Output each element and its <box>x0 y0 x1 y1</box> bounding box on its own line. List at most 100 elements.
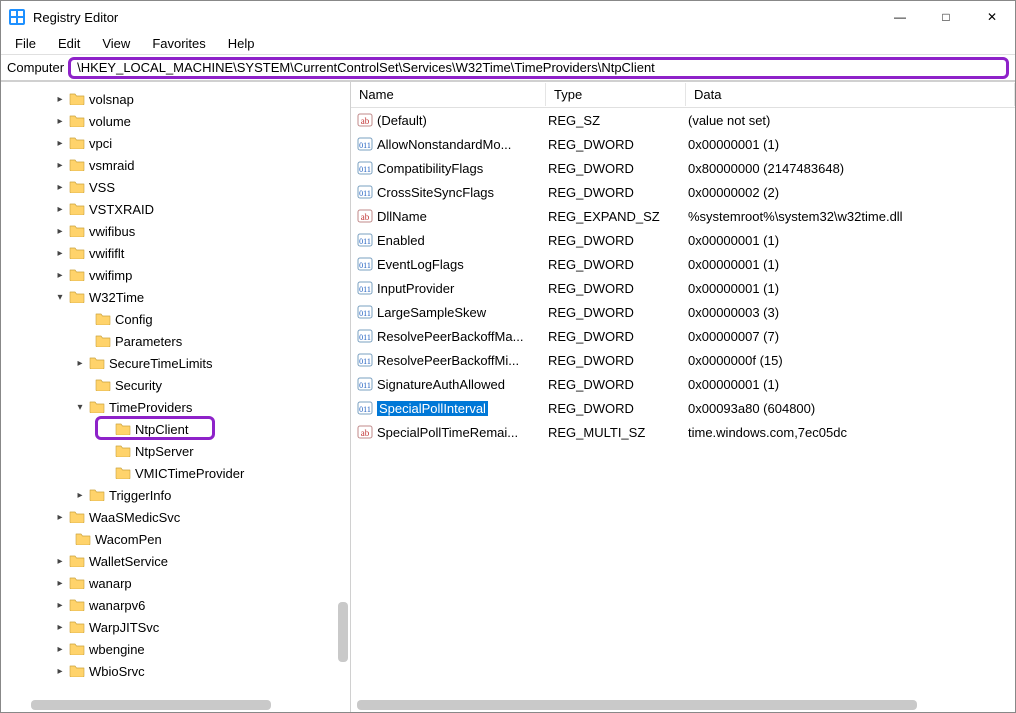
value-data: 0x00093a80 (604800) <box>688 401 1015 416</box>
tree-node[interactable]: ▸WaaSMedicSvc <box>1 506 350 528</box>
tree-node[interactable]: ▸ vwififlt <box>1 242 350 264</box>
tree-node-label: WalletService <box>89 554 168 569</box>
tree-node[interactable]: Config <box>1 308 350 330</box>
value-name: SpecialPollTimeRemai... <box>377 425 548 440</box>
tree-node[interactable]: ▸wbengine <box>1 638 350 660</box>
value-name: DllName <box>377 209 548 224</box>
value-row[interactable]: 011EnabledREG_DWORD0x00000001 (1) <box>351 228 1015 252</box>
value-data: 0x00000002 (2) <box>688 185 1015 200</box>
tree-node[interactable]: VMICTimeProvider <box>1 462 350 484</box>
chevron-right-icon[interactable]: ▸ <box>53 138 67 149</box>
menu-favorites[interactable]: Favorites <box>142 34 215 53</box>
tree-node[interactable]: ▸ VSTXRAID <box>1 198 350 220</box>
menu-edit[interactable]: Edit <box>48 34 90 53</box>
chevron-right-icon[interactable]: ▸ <box>53 512 67 523</box>
registry-editor-window: Registry Editor — □ ✕ File Edit View Fav… <box>0 0 1016 713</box>
tree-node-label: WarpJITSvc <box>89 620 159 635</box>
tree-node[interactable]: ▾TimeProviders <box>1 396 350 418</box>
tree-node[interactable]: ▸vsmraid <box>1 154 350 176</box>
binary-value-icon: 011 <box>357 280 373 296</box>
value-row[interactable]: abDllNameREG_EXPAND_SZ%systemroot%\syste… <box>351 204 1015 228</box>
svg-text:011: 011 <box>359 309 371 318</box>
tree-node[interactable]: ▸wanarpv6 <box>1 594 350 616</box>
menu-help[interactable]: Help <box>218 34 265 53</box>
value-row[interactable]: 011SpecialPollIntervalREG_DWORD0x00093a8… <box>351 396 1015 420</box>
value-row[interactable]: 011ResolvePeerBackoffMi...REG_DWORD0x000… <box>351 348 1015 372</box>
folder-icon <box>67 113 89 130</box>
chevron-right-icon[interactable]: ▸ <box>53 94 67 105</box>
chevron-right-icon[interactable]: ▸ <box>53 556 67 567</box>
chevron-right-icon[interactable]: ▸ <box>53 160 67 171</box>
value-row[interactable]: 011InputProviderREG_DWORD0x00000001 (1) <box>351 276 1015 300</box>
chevron-right-icon[interactable]: ▸ <box>53 248 67 259</box>
value-name: SpecialPollInterval <box>377 401 548 416</box>
tree-node[interactable]: ▸SecureTimeLimits <box>1 352 350 374</box>
list-horizontal-scrollbar[interactable] <box>357 700 917 710</box>
chevron-right-icon[interactable]: ▸ <box>53 578 67 589</box>
tree-node[interactable]: Parameters <box>1 330 350 352</box>
value-row[interactable]: 011ResolvePeerBackoffMa...REG_DWORD0x000… <box>351 324 1015 348</box>
tree-node-label: VSTXRAID <box>89 202 154 217</box>
tree-node[interactable]: ▸WbioSrvc <box>1 660 350 682</box>
tree-node[interactable]: Security <box>1 374 350 396</box>
tree-node[interactable]: ▸vwifimp <box>1 264 350 286</box>
value-data: 0x00000003 (3) <box>688 305 1015 320</box>
tree-node[interactable]: ▸TriggerInfo <box>1 484 350 506</box>
tree-horizontal-scrollbar[interactable] <box>31 700 271 710</box>
tree-node[interactable]: ▸VSS <box>1 176 350 198</box>
menu-file[interactable]: File <box>5 34 46 53</box>
value-row[interactable]: 011LargeSampleSkewREG_DWORD0x00000003 (3… <box>351 300 1015 324</box>
tree-node[interactable]: ▸volume <box>1 110 350 132</box>
tree-node[interactable]: ▸ WalletService <box>1 550 350 572</box>
tree-node[interactable]: ▾W32Time <box>1 286 350 308</box>
chevron-right-icon[interactable]: ▸ <box>53 622 67 633</box>
tree-node[interactable]: ▸volsnap <box>1 88 350 110</box>
chevron-right-icon[interactable]: ▸ <box>53 226 67 237</box>
chevron-right-icon[interactable]: ▸ <box>53 182 67 193</box>
value-type: REG_DWORD <box>548 185 688 200</box>
tree-node[interactable]: ▸ vpci <box>1 132 350 154</box>
tree-node-label: NtpServer <box>135 444 194 459</box>
value-row[interactable]: 011CompatibilityFlagsREG_DWORD0x80000000… <box>351 156 1015 180</box>
value-data: 0x00000001 (1) <box>688 281 1015 296</box>
chevron-right-icon[interactable]: ▸ <box>53 600 67 611</box>
tree-vertical-scrollbar[interactable] <box>338 602 348 662</box>
chevron-down-icon[interactable]: ▾ <box>73 402 87 413</box>
close-button[interactable]: ✕ <box>969 1 1015 33</box>
chevron-right-icon[interactable]: ▸ <box>53 666 67 677</box>
column-data[interactable]: Data <box>686 83 1015 106</box>
value-row[interactable]: 011SignatureAuthAllowedREG_DWORD0x000000… <box>351 372 1015 396</box>
value-list-body[interactable]: ab(Default)REG_SZ(value not set)011Allow… <box>351 108 1015 712</box>
chevron-right-icon[interactable]: ▸ <box>53 270 67 281</box>
svg-text:011: 011 <box>359 141 371 150</box>
tree-node-label: vwififlt <box>89 246 124 261</box>
value-type: REG_DWORD <box>548 281 688 296</box>
menu-view[interactable]: View <box>92 34 140 53</box>
minimize-button[interactable]: — <box>877 1 923 33</box>
column-name[interactable]: Name <box>351 83 546 106</box>
value-row[interactable]: 011EventLogFlagsREG_DWORD0x00000001 (1) <box>351 252 1015 276</box>
maximize-button[interactable]: □ <box>923 1 969 33</box>
value-row[interactable]: 011AllowNonstandardMo...REG_DWORD0x00000… <box>351 132 1015 156</box>
column-type[interactable]: Type <box>546 83 686 106</box>
chevron-right-icon[interactable]: ▸ <box>53 116 67 127</box>
value-row[interactable]: 011CrossSiteSyncFlagsREG_DWORD0x00000002… <box>351 180 1015 204</box>
chevron-right-icon[interactable]: ▸ <box>53 204 67 215</box>
tree-node[interactable]: WacomPen <box>1 528 350 550</box>
value-row[interactable]: abSpecialPollTimeRemai...REG_MULTI_SZtim… <box>351 420 1015 444</box>
chevron-right-icon[interactable]: ▸ <box>53 644 67 655</box>
tree-node[interactable]: NtpServer <box>1 440 350 462</box>
binary-value-icon: 011 <box>357 304 373 320</box>
registry-tree[interactable]: ▸volsnap▸volume▸vpci▸vsmraid▸VSS▸VSTXRAI… <box>1 82 351 712</box>
tree-node[interactable]: ▸vwifibus <box>1 220 350 242</box>
folder-icon <box>67 597 89 614</box>
tree-node[interactable]: ▸wanarp <box>1 572 350 594</box>
value-row[interactable]: ab(Default)REG_SZ(value not set) <box>351 108 1015 132</box>
tree-node-label: vpci <box>89 136 112 151</box>
tree-node[interactable]: ▸ WarpJITSvc <box>1 616 350 638</box>
address-input[interactable] <box>77 60 1000 75</box>
tree-node[interactable]: NtpClient <box>1 418 350 440</box>
chevron-right-icon[interactable]: ▸ <box>73 490 87 501</box>
chevron-right-icon[interactable]: ▸ <box>73 358 87 369</box>
chevron-down-icon[interactable]: ▾ <box>53 292 67 303</box>
